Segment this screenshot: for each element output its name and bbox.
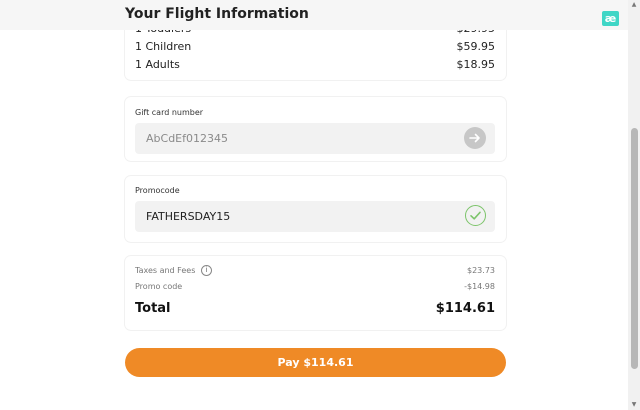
gift-card-placeholder: AbCdEf012345 (146, 132, 228, 145)
promocode-applied-indicator (465, 205, 486, 226)
promo-discount-value: -$14.98 (464, 282, 495, 291)
gift-card-input[interactable]: AbCdEf012345 (135, 123, 495, 154)
check-icon (470, 211, 481, 220)
pay-button[interactable]: Pay $114.61 (125, 348, 506, 377)
taxes-value: $23.73 (467, 266, 495, 275)
scroll-down-arrow-icon[interactable]: ▼ (630, 401, 638, 409)
scroll-up-arrow-icon[interactable]: ▲ (630, 1, 638, 9)
promocode-input[interactable]: FATHERSDAY15 (135, 201, 495, 232)
gift-card-label: Gift card number (135, 108, 204, 117)
promocode-section: Promocode FATHERSDAY15 (125, 176, 506, 242)
info-icon[interactable]: i (201, 265, 212, 276)
passenger-label: 1 Adults (135, 58, 180, 71)
brand-logo-icon: æ (602, 11, 619, 26)
price-summary-card: Taxes and Fees i $23.73 Promo code -$14.… (125, 256, 506, 330)
promocode-label: Promocode (135, 186, 180, 195)
scrollbar-thumb[interactable] (631, 128, 638, 369)
checkout-page: Your Flight Information 1 Toddlers $29.9… (0, 0, 628, 410)
passenger-row-children: 1 Children $59.95 (135, 40, 495, 56)
arrow-right-icon (469, 133, 480, 143)
total-value: $114.61 (435, 301, 495, 316)
promo-discount-label: Promo code (135, 282, 183, 291)
passenger-label: 1 Children (135, 40, 192, 53)
vertical-scrollbar[interactable]: ▲ ▼ (628, 0, 640, 410)
gift-card-section: Gift card number AbCdEf012345 (125, 97, 506, 161)
promocode-value: FATHERSDAY15 (146, 210, 231, 223)
apply-gift-card-button[interactable] (464, 127, 486, 149)
page-title: Your Flight Information (125, 6, 309, 22)
passenger-price: $59.95 (456, 40, 496, 53)
total-label: Total (135, 301, 171, 316)
taxes-label: Taxes and Fees (135, 266, 196, 275)
page-header: Your Flight Information (0, 0, 628, 30)
passenger-price: $18.95 (456, 58, 496, 71)
passenger-row-adults: 1 Adults $18.95 (135, 58, 495, 74)
